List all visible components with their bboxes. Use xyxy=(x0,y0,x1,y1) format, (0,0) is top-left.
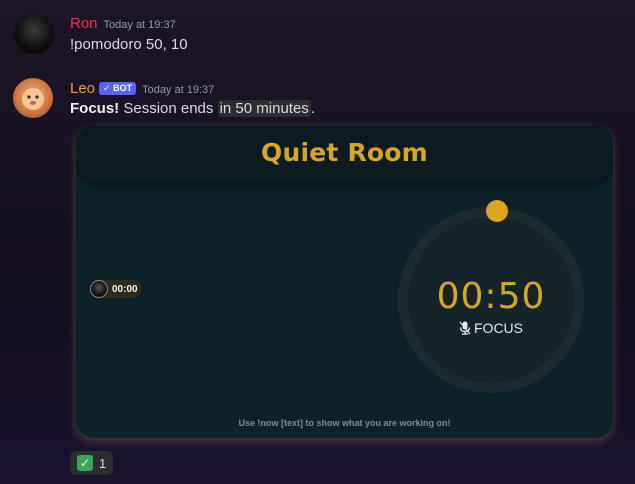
timestamp: Today at 19:37 xyxy=(142,84,215,96)
inline-code: in 50 minutes xyxy=(217,100,311,117)
reaction-button[interactable]: ✓ 1 xyxy=(70,451,114,475)
member-chip: 00:00 xyxy=(90,280,142,298)
message-header: Leo ✓ BOT Today at 19:37 xyxy=(70,80,214,99)
footer-note: Use !now [text] to show what you are wor… xyxy=(238,418,451,428)
author-name[interactable]: Ron xyxy=(70,15,98,32)
reaction-count: 1 xyxy=(99,455,107,471)
stage-label: FOCUS xyxy=(398,320,584,336)
message-content: Focus! Session ends in 50 minutes. xyxy=(70,99,315,119)
microphone-icon xyxy=(459,321,471,335)
timestamp: Today at 19:37 xyxy=(103,19,176,31)
avatar[interactable] xyxy=(13,78,53,118)
card-title: Quiet Room xyxy=(261,138,428,167)
member-avatar xyxy=(90,280,108,298)
pomodoro-card: Quiet Room 00:00 00:50 FOCUS Use !now [t… xyxy=(76,126,613,438)
message-header: Ron Today at 19:37 xyxy=(70,15,176,34)
member-time: 00:00 xyxy=(112,283,138,295)
bot-badge: ✓ BOT xyxy=(99,82,137,95)
stage-text: FOCUS xyxy=(474,320,523,336)
content-end: . xyxy=(310,100,315,117)
content-text: Session ends xyxy=(123,100,214,117)
avatar[interactable] xyxy=(14,14,54,54)
author-name[interactable]: Leo xyxy=(70,80,95,97)
check-mark-icon: ✓ xyxy=(77,455,93,471)
progress-dot xyxy=(486,200,508,222)
lion-icon xyxy=(22,88,44,110)
timer-display: 00:50 xyxy=(436,276,546,317)
content-bold: Focus! xyxy=(70,100,120,117)
message-content: !pomodoro 50, 10 xyxy=(70,36,188,53)
